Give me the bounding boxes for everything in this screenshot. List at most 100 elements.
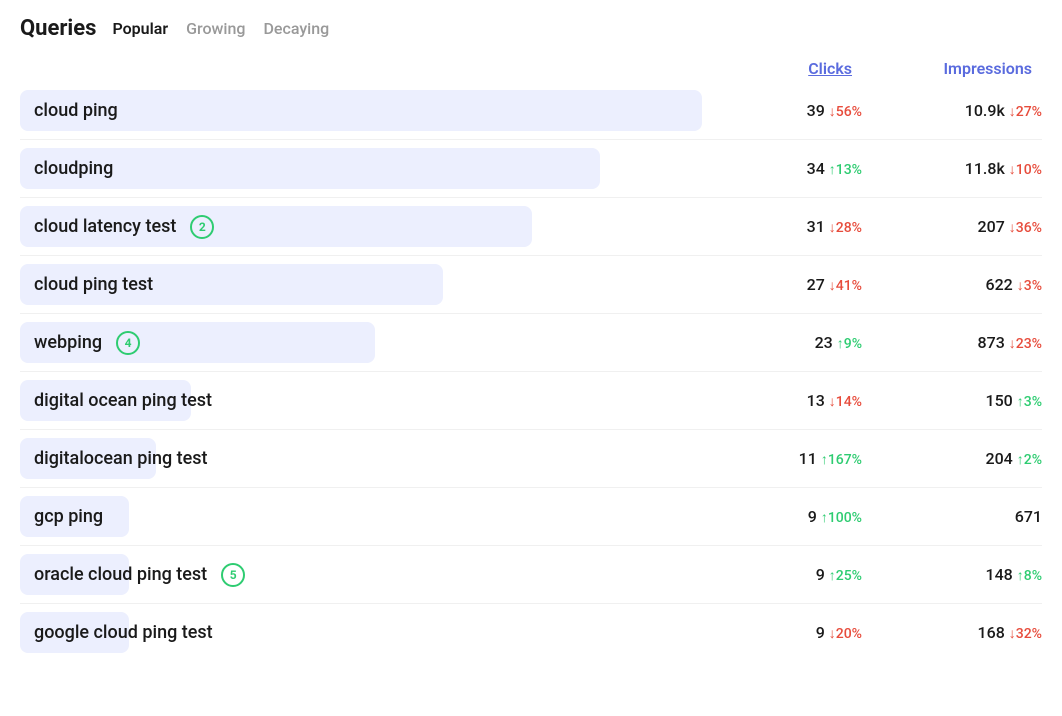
query-cell: cloud ping test (20, 264, 702, 305)
clicks-cell: 39 ↓56% (702, 101, 862, 120)
clicks-change: ↓20% (829, 626, 862, 642)
clicks-header[interactable]: Clicks (692, 59, 852, 78)
query-text: cloudping (20, 148, 127, 189)
impressions-change: ↓23% (1009, 336, 1042, 352)
clicks-change: ↓41% (829, 278, 862, 294)
table-row[interactable]: google cloud ping test9 ↓20%168 ↓32% (20, 604, 1042, 661)
tab-growing[interactable]: Growing (182, 17, 249, 40)
query-cell: cloud ping (20, 90, 702, 131)
queries-table: Clicks Impressions cloud ping39 ↓56%10.9… (20, 59, 1042, 661)
impressions-cell: 148 ↑8% (862, 565, 1042, 584)
clicks-change: ↓28% (829, 220, 862, 236)
table-row[interactable]: oracle cloud ping test59 ↑25%148 ↑8% (20, 546, 1042, 604)
impressions-cell: 622 ↓3% (862, 275, 1042, 294)
query-cell: digitalocean ping test (20, 438, 702, 479)
impressions-value: 873 (978, 333, 1009, 352)
bar-container: google cloud ping test (20, 612, 702, 653)
bar-container: oracle cloud ping test5 (20, 554, 702, 595)
query-badge: 4 (116, 331, 140, 355)
tab-popular[interactable]: Popular (108, 17, 172, 40)
clicks-cell: 34 ↑13% (702, 159, 862, 178)
clicks-cell: 11 ↑167% (702, 449, 862, 468)
clicks-value: 27 (807, 275, 829, 294)
clicks-value: 39 (807, 101, 829, 120)
impressions-cell: 10.9k ↓27% (862, 101, 1042, 120)
clicks-value: 9 (816, 565, 829, 584)
impressions-cell: 207 ↓36% (862, 217, 1042, 236)
impressions-value: 622 (985, 275, 1016, 294)
clicks-value: 11 (799, 449, 821, 468)
query-cell: google cloud ping test (20, 612, 702, 653)
impressions-cell: 671 (862, 507, 1042, 526)
query-cell: gcp ping (20, 496, 702, 537)
query-cell: digital ocean ping test (20, 380, 702, 421)
clicks-value: 31 (807, 217, 829, 236)
query-text: webping (20, 322, 116, 363)
rows-container: cloud ping39 ↓56%10.9k ↓27%cloudping34 ↑… (20, 82, 1042, 661)
impressions-cell: 204 ↑2% (862, 449, 1042, 468)
query-cell: webping4 (20, 322, 702, 363)
impressions-value: 11.8k (965, 159, 1009, 178)
impressions-change: ↓36% (1009, 220, 1042, 236)
impressions-change: ↑2% (1017, 452, 1042, 468)
bar-container: cloud latency test2 (20, 206, 702, 247)
clicks-change: ↓56% (829, 104, 862, 120)
clicks-value: 9 (808, 507, 821, 526)
clicks-cell: 9 ↓20% (702, 623, 862, 642)
impressions-value: 148 (985, 565, 1016, 584)
query-text: digital ocean ping test (20, 380, 226, 421)
impressions-change: ↓27% (1009, 104, 1042, 120)
header: Queries Popular Growing Decaying (20, 16, 1042, 45)
clicks-cell: 13 ↓14% (702, 391, 862, 410)
clicks-cell: 23 ↑9% (702, 333, 862, 352)
page-title: Queries (20, 16, 96, 41)
bar-container: gcp ping (20, 496, 702, 537)
clicks-value: 13 (807, 391, 829, 410)
impressions-change: ↓10% (1009, 162, 1042, 178)
bar-container: webping4 (20, 322, 702, 363)
query-text: cloud ping (20, 90, 132, 131)
impressions-change: ↓3% (1017, 278, 1042, 294)
impressions-cell: 873 ↓23% (862, 333, 1042, 352)
impressions-header[interactable]: Impressions (852, 59, 1032, 78)
table-row[interactable]: digital ocean ping test13 ↓14%150 ↑3% (20, 372, 1042, 430)
clicks-value: 34 (807, 159, 829, 178)
clicks-change: ↑167% (821, 452, 862, 468)
impressions-value: 10.9k (965, 101, 1009, 120)
clicks-cell: 27 ↓41% (702, 275, 862, 294)
query-badge: 2 (190, 215, 214, 239)
query-cell: oracle cloud ping test5 (20, 554, 702, 595)
tab-decaying[interactable]: Decaying (259, 17, 333, 40)
table-row[interactable]: cloud ping test27 ↓41%622 ↓3% (20, 256, 1042, 314)
query-badge: 5 (221, 563, 245, 587)
clicks-cell: 9 ↑100% (702, 507, 862, 526)
table-row[interactable]: digitalocean ping test11 ↑167%204 ↑2% (20, 430, 1042, 488)
query-text: oracle cloud ping test (20, 554, 221, 595)
clicks-change: ↑9% (837, 336, 862, 352)
impressions-cell: 150 ↑3% (862, 391, 1042, 410)
bar-container: digital ocean ping test (20, 380, 702, 421)
table-row[interactable]: cloud latency test231 ↓28%207 ↓36% (20, 198, 1042, 256)
clicks-value: 9 (816, 623, 829, 642)
table-row[interactable]: webping423 ↑9%873 ↓23% (20, 314, 1042, 372)
impressions-value: 168 (978, 623, 1009, 642)
query-text: google cloud ping test (20, 612, 227, 653)
impressions-value: 204 (985, 449, 1016, 468)
clicks-change: ↑13% (829, 162, 862, 178)
table-row[interactable]: cloud ping39 ↓56%10.9k ↓27% (20, 82, 1042, 140)
impressions-change: ↑8% (1017, 568, 1042, 584)
clicks-change: ↑25% (829, 568, 862, 584)
impressions-value: 150 (985, 391, 1016, 410)
bar-container: digitalocean ping test (20, 438, 702, 479)
clicks-cell: 9 ↑25% (702, 565, 862, 584)
impressions-change: ↓32% (1009, 626, 1042, 642)
impressions-value: 671 (1015, 507, 1042, 526)
query-text: digitalocean ping test (20, 438, 222, 479)
clicks-cell: 31 ↓28% (702, 217, 862, 236)
impressions-change: ↑3% (1017, 394, 1042, 410)
table-row[interactable]: gcp ping9 ↑100% 671 (20, 488, 1042, 546)
table-row[interactable]: cloudping 34 ↑13% 11.8k ↓10% (20, 140, 1042, 198)
impressions-value: 207 (978, 217, 1009, 236)
column-headers: Clicks Impressions (20, 59, 1042, 78)
impressions-cell: 168 ↓32% (862, 623, 1042, 642)
